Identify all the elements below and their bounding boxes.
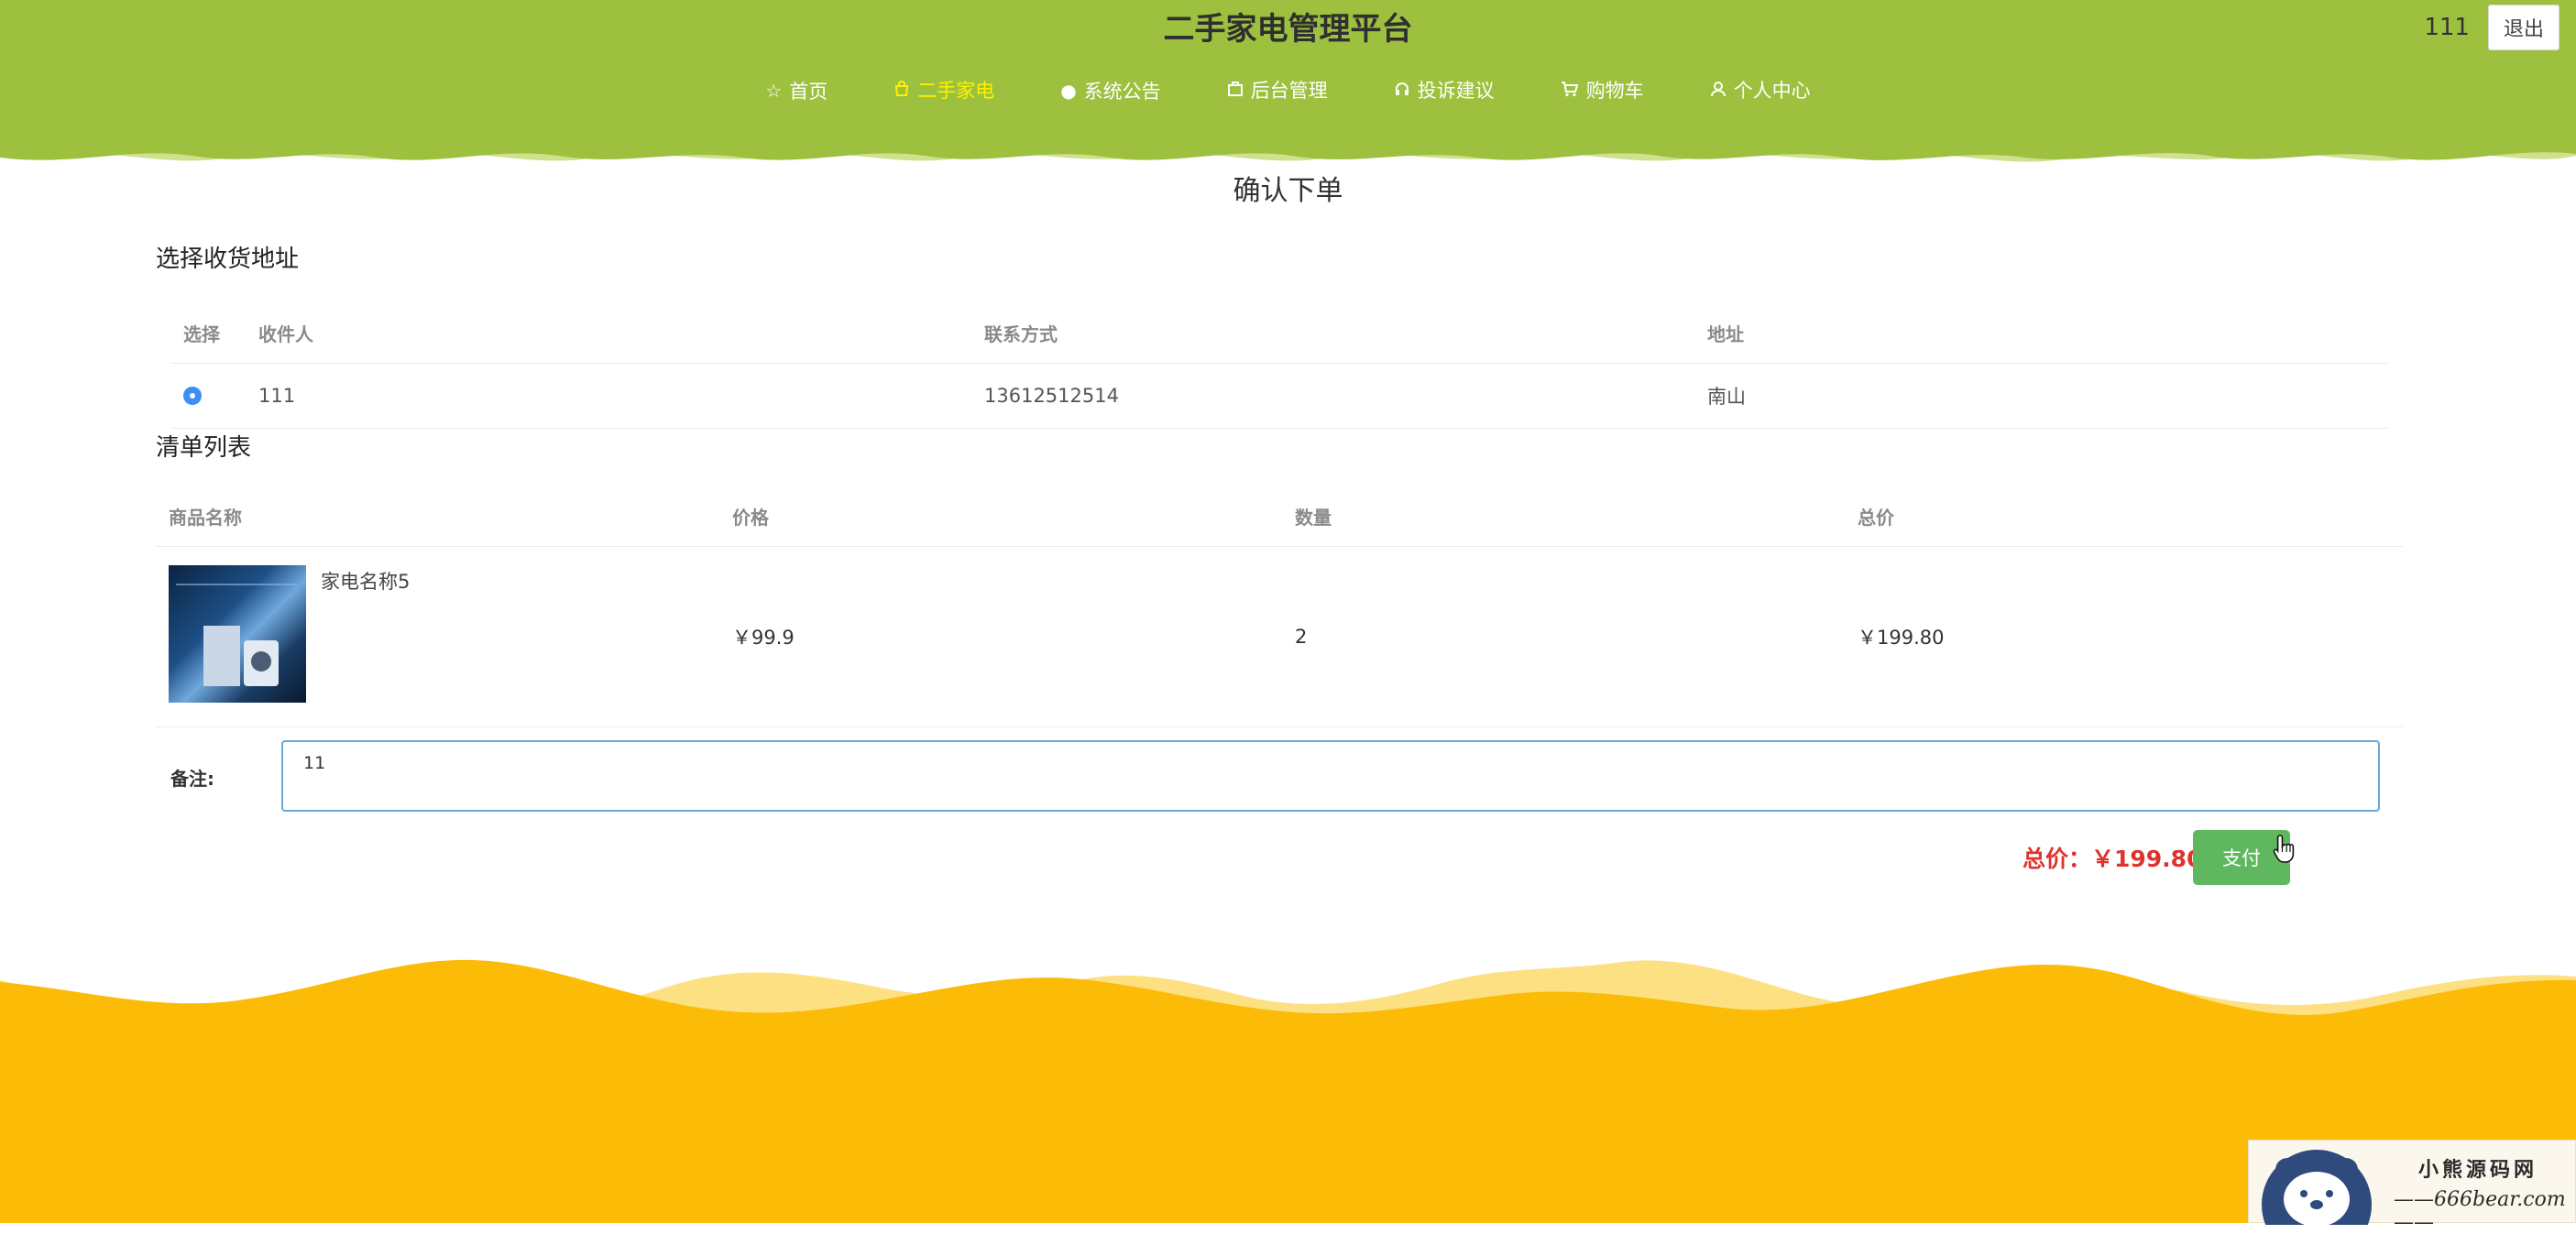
list-section-title: 清单列表 <box>156 434 252 462</box>
nav-item-label: 投诉建议 <box>1417 80 1495 102</box>
column-header-goods-name: 商品名称 <box>169 506 242 529</box>
nav-item-appliances[interactable]: 二手家电 <box>893 71 994 108</box>
logout-button[interactable]: 退出 <box>2487 5 2560 50</box>
admin-icon <box>1227 81 1244 100</box>
page-title: 确认下单 <box>1233 175 1343 207</box>
address-section-title: 选择收货地址 <box>156 246 300 273</box>
username: 111 <box>2424 14 2470 41</box>
address-table-header: 选择 收件人 联系方式 地址 <box>170 302 2388 364</box>
column-header-total: 总价 <box>1858 506 1894 529</box>
goods-table: 商品名称 价格 数量 总价 家电名称5 ￥99.9 2 ￥199.80 <box>156 486 2403 727</box>
nav-item-label: 首页 <box>789 80 828 103</box>
column-header-recipient: 收件人 <box>258 322 313 345</box>
column-header-price: 价格 <box>732 506 769 529</box>
remark-label: 备注: <box>170 768 214 790</box>
info-circle-icon: ● <box>1060 79 1077 102</box>
user-icon <box>1710 81 1726 100</box>
site-title: 二手家电管理平台 <box>1163 11 1413 48</box>
remark-textarea[interactable]: 11 <box>281 740 2380 812</box>
phone-cell: 13612512514 <box>984 385 1119 407</box>
address-radio-cell <box>183 364 202 428</box>
nav-item-label: 购物车 <box>1585 80 1644 102</box>
bear-logo-icon <box>2262 1150 2372 1225</box>
nav-item-feedback[interactable]: 投诉建议 <box>1394 71 1495 108</box>
headset-icon <box>1394 81 1410 100</box>
goods-thumbnail[interactable] <box>169 565 306 703</box>
column-header-phone: 联系方式 <box>984 322 1058 345</box>
nav-item-profile[interactable]: 个人中心 <box>1710 71 1811 108</box>
shopping-bag-icon <box>893 80 910 100</box>
column-header-address: 地址 <box>1707 322 1744 345</box>
price-cell: ￥99.9 <box>732 627 795 649</box>
user-box: 111 退出 <box>2424 5 2560 50</box>
hand-cursor-icon <box>2273 835 2295 863</box>
nav-item-home[interactable]: ☆ 首页 <box>765 72 828 109</box>
goods-name[interactable]: 家电名称5 <box>321 567 410 595</box>
watermark-title: 小熊源码网 <box>2418 1159 2538 1182</box>
table-row[interactable]: 111 13612512514 南山 <box>170 364 2388 429</box>
recipient-cell: 111 <box>258 385 296 407</box>
watermark-logo: 小熊源码网 ——666bear.com—— <box>2248 1140 2576 1234</box>
nav-item-announcements[interactable]: ● 系统公告 <box>1060 72 1160 109</box>
footer-wave-background <box>0 959 2576 1223</box>
address-select-radio[interactable] <box>183 387 202 405</box>
cart-icon <box>1561 81 1579 100</box>
site-header: 二手家电管理平台 111 退出 ☆ 首页 二手家电 ● 系统公告 后台管理 投诉… <box>0 0 2576 174</box>
nav-item-label: 二手家电 <box>917 80 995 102</box>
column-header-select: 选择 <box>183 322 220 345</box>
quantity-cell: 2 <box>1295 626 1308 648</box>
nav-item-cart[interactable]: 购物车 <box>1561 71 1644 108</box>
column-header-quantity: 数量 <box>1295 506 1332 529</box>
order-total: 总价：￥199.80 <box>2022 846 2203 872</box>
address-table: 选择 收件人 联系方式 地址 111 13612512514 南山 <box>170 302 2388 429</box>
nav-item-admin[interactable]: 后台管理 <box>1227 71 1328 108</box>
address-cell: 南山 <box>1707 386 1746 408</box>
watermark-url: ——666bear.com—— <box>2394 1188 2566 1234</box>
goods-table-header: 商品名称 价格 数量 总价 <box>156 486 2403 547</box>
main-nav: ☆ 首页 二手家电 ● 系统公告 后台管理 投诉建议 购物车 个人中心 <box>0 71 2576 108</box>
nav-item-label: 个人中心 <box>1733 80 1811 102</box>
star-icon: ☆ <box>765 79 783 102</box>
nav-item-label: 后台管理 <box>1250 80 1328 102</box>
table-row: 家电名称5 ￥99.9 2 ￥199.80 <box>156 547 2403 727</box>
total-cell: ￥199.80 <box>1858 627 1945 649</box>
nav-item-label: 系统公告 <box>1083 80 1161 103</box>
